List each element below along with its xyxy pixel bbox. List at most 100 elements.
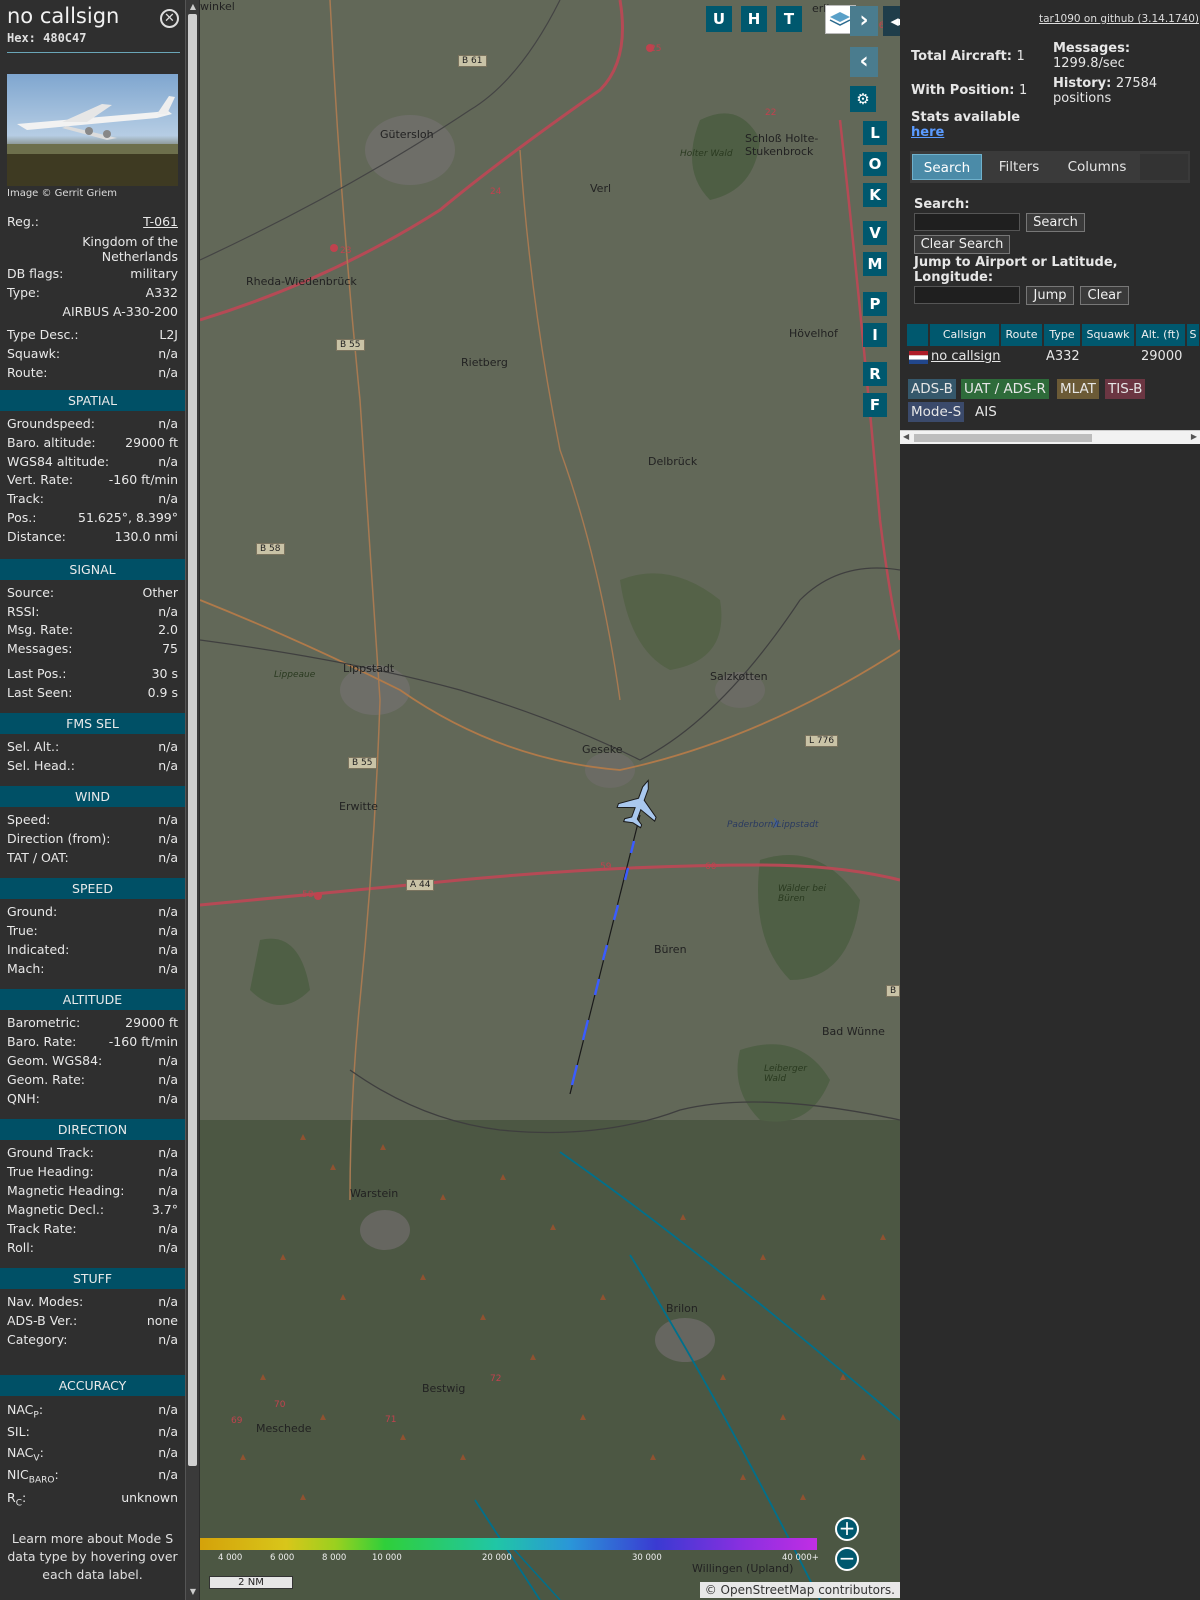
model-row: AIRBUS A-330-200 — [7, 304, 178, 322]
section-direction: DIRECTION — [0, 1119, 185, 1140]
altitude-tick-label: 6 000 — [270, 1553, 295, 1563]
spatial-label: WGS84 altitude: — [7, 454, 109, 469]
tar1090-app: no callsign Hex: 480C47 ✕ Image © Gerrit… — [0, 0, 1200, 1600]
direction-label: Track Rate: — [7, 1221, 77, 1236]
map-button-k[interactable]: K — [863, 183, 887, 207]
accuracy-label-text: NIC — [7, 1467, 29, 1482]
map-button-o[interactable]: O — [863, 152, 887, 176]
direction-label: Roll: — [7, 1240, 34, 1255]
altitude-tick-label: 8 000 — [322, 1553, 347, 1563]
spatial-value: n/a — [158, 416, 178, 431]
type-value: A332 — [145, 285, 178, 300]
column-header-type[interactable]: Type — [1044, 324, 1081, 346]
direction-label-text: Roll: — [7, 1240, 34, 1255]
column-header-altitude[interactable]: Alt. (ft) — [1136, 324, 1186, 346]
map-button-v[interactable]: V — [863, 221, 887, 245]
altitude-label: Geom. WGS84: — [7, 1053, 102, 1068]
close-icon[interactable]: ✕ — [160, 9, 179, 28]
section-wind: WIND — [0, 786, 185, 807]
scroll-up-arrow[interactable]: ▲ — [188, 2, 198, 12]
column-header-route[interactable]: Route — [1001, 324, 1043, 346]
speed-value: n/a — [158, 904, 178, 919]
town-label: Verl — [590, 182, 612, 195]
map-button-u[interactable]: U — [706, 6, 732, 32]
map-button-i[interactable]: I — [863, 323, 887, 347]
map-button-h[interactable]: H — [741, 6, 767, 32]
stats-here-link[interactable]: here — [911, 125, 944, 140]
town-label: Bestwig — [422, 1382, 466, 1395]
scroll-down-arrow[interactable]: ▼ — [188, 1587, 198, 1597]
search-button[interactable]: Search — [1026, 213, 1085, 232]
settings-button[interactable]: ⚙ — [850, 86, 876, 112]
map-button-m[interactable]: M — [863, 252, 887, 276]
spatial-row: Track: n/a — [7, 491, 178, 509]
jump-input[interactable] — [914, 286, 1020, 304]
expand-right-button[interactable]: › — [850, 6, 878, 36]
signal-value: 0.9 s — [147, 685, 178, 700]
spatial-label-text: Track: — [7, 491, 44, 506]
map-button-t[interactable]: T — [776, 6, 802, 32]
aircraft-photo[interactable] — [7, 74, 178, 186]
map-button-l[interactable]: L — [863, 121, 887, 145]
osm-link[interactable]: OpenStreetMap — [721, 1583, 815, 1597]
info-panel-scrollbar[interactable]: ▲ ▼ — [185, 0, 199, 1600]
scroll-right-arrow[interactable]: ▶ — [1191, 432, 1197, 441]
wind-label-text: TAT / OAT: — [7, 850, 69, 865]
jump-button[interactable]: Jump — [1026, 286, 1074, 305]
stuff-row: ADS-B Ver.: none — [7, 1313, 178, 1331]
signal-label-text: Msg. Rate: — [7, 622, 74, 637]
row-callsign-link[interactable]: no callsign — [931, 348, 1001, 366]
map-view[interactable]: ✈ Gütersloh Schloß Holte-Stukenbrock Verl R… — [200, 0, 900, 1600]
town-label: Delbrück — [648, 455, 698, 468]
hscroll-thumb[interactable] — [914, 434, 1092, 442]
column-header-callsign[interactable]: Callsign — [930, 324, 1000, 346]
here-link[interactable]: here — [911, 125, 944, 140]
signal-row: Last Seen: 0.9 s — [7, 685, 178, 703]
map-button-r[interactable]: R — [863, 362, 887, 386]
speed-value: n/a — [158, 942, 178, 957]
tab-extra[interactable] — [1140, 154, 1188, 180]
junction-number: 71 — [385, 1415, 397, 1425]
spatial-label: Pos.: — [7, 510, 36, 525]
search-input[interactable] — [914, 213, 1020, 231]
table-horizontal-scrollbar[interactable]: ◀ ▶ — [900, 430, 1200, 444]
column-header-squawk[interactable]: Squawk — [1082, 324, 1135, 346]
direction-row: Magnetic Heading: n/a — [7, 1183, 178, 1201]
version-link[interactable]: tar1090 on github (3.14.1740) — [1039, 13, 1199, 25]
reg-link[interactable]: T-061 — [143, 214, 178, 229]
scrollbar-thumb[interactable] — [188, 14, 197, 1466]
junction-number: 22 — [765, 108, 777, 118]
tab-columns[interactable]: Columns — [1056, 154, 1138, 180]
scroll-left-arrow[interactable]: ◀ — [903, 432, 909, 441]
direction-value: n/a — [158, 1145, 178, 1160]
column-header-speed[interactable]: S — [1187, 324, 1200, 346]
history: History: 27584 — [1053, 76, 1157, 91]
tab-filters[interactable]: Filters — [984, 154, 1054, 180]
altitude-label-text: Geom. Rate: — [7, 1072, 86, 1087]
accuracy-row: RC: unknown — [7, 1490, 178, 1509]
typedesc-row: Type Desc.: L2J — [7, 327, 178, 345]
toggle-sidebar-button[interactable]: ◂▸ — [883, 6, 900, 36]
clear-jump-button[interactable]: Clear — [1080, 286, 1129, 305]
direction-label-text: Track Rate: — [7, 1221, 77, 1236]
map-button-p[interactable]: P — [863, 292, 887, 316]
tab-search[interactable]: Search — [912, 154, 982, 180]
accuracy-label: RC: — [7, 1490, 27, 1509]
town-label: Bad Wünne — [822, 1025, 885, 1038]
collapse-left-button[interactable]: ‹ — [850, 47, 878, 77]
zoom-out-button[interactable]: − — [835, 1547, 859, 1571]
stuff-label-text: Category: — [7, 1332, 68, 1347]
stuff-label: ADS-B Ver.: — [7, 1313, 77, 1328]
stuff-label-text: ADS-B Ver.: — [7, 1313, 78, 1328]
accuracy-row: SIL: n/a — [7, 1424, 178, 1442]
accuracy-row: NACP: n/a — [7, 1402, 178, 1421]
clear-search-button[interactable]: Clear Search — [914, 235, 1010, 254]
town-label: Rheda-Wiedenbrück — [246, 275, 357, 288]
altitude-row: Baro. Rate: -160 ft/min — [7, 1034, 178, 1052]
zoom-in-button[interactable]: + — [835, 1517, 859, 1541]
attribution-suffix: contributors. — [814, 1583, 895, 1597]
map-button-f[interactable]: F — [863, 393, 887, 417]
direction-label: Ground Track: — [7, 1145, 94, 1160]
junction-number: 70 — [274, 1400, 286, 1410]
column-header-flag[interactable] — [907, 324, 929, 346]
